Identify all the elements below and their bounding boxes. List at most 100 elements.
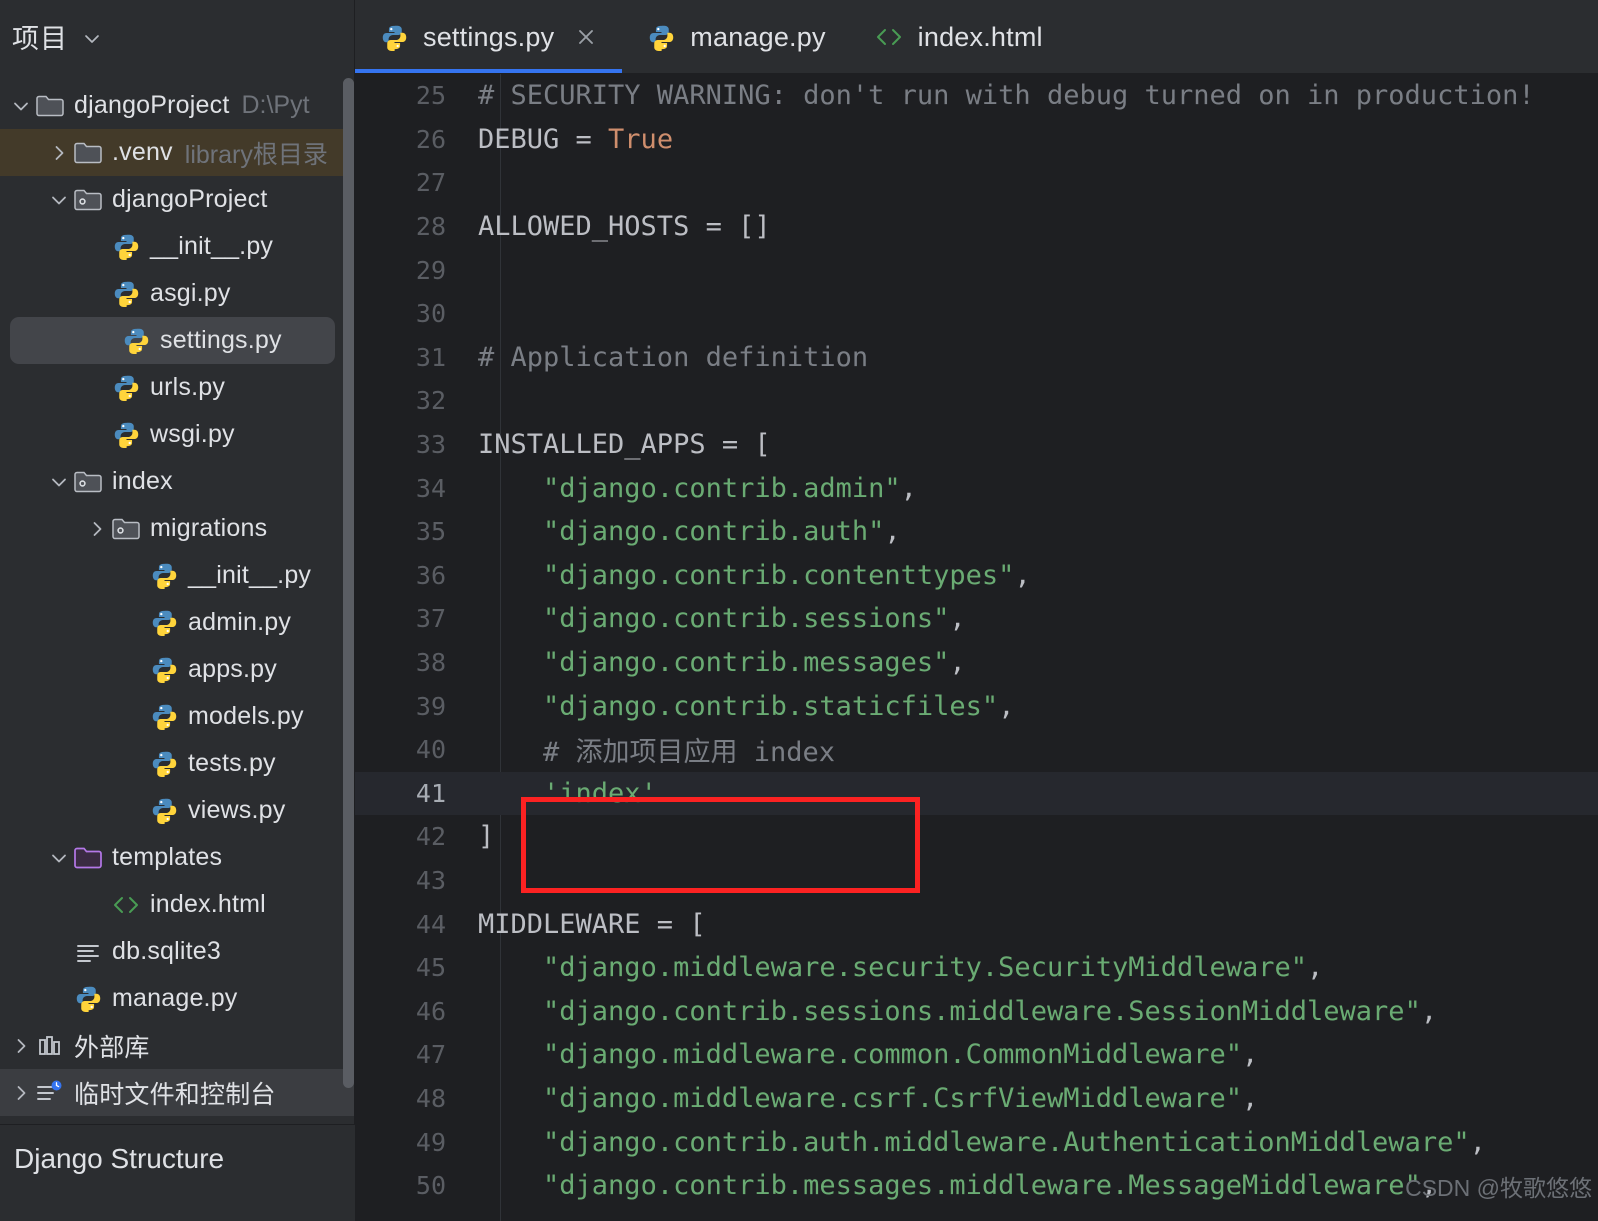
tree-item-tests-py[interactable]: tests.py [0,740,355,787]
chevron-right-icon[interactable] [84,518,110,540]
folder-icon [35,94,65,118]
tree-item-templates[interactable]: templates [0,834,355,881]
tree-item-models-py[interactable]: models.py [0,693,355,740]
tree-item-label: db.sqlite3 [112,937,222,965]
code-line-40[interactable]: 40 # 添加项目应用 index [355,728,1598,772]
html-file-icon [874,25,904,49]
tree-item-label: apps.py [188,655,277,683]
tree-item-init-py-proj[interactable]: __init__.py [0,223,355,270]
line-number: 31 [415,342,446,372]
project-panel-header[interactable]: 项目 [0,0,355,72]
tree-item-label: djangoProject [112,185,268,213]
tree-item-djangoProject-root[interactable]: djangoProject D:\Pyt [0,82,355,129]
chevron-down-icon[interactable] [46,847,72,869]
code-line-41[interactable]: 41 'index' [355,771,1598,816]
token-plain: , [1469,1126,1486,1158]
tree-item-db-sqlite3[interactable]: db.sqlite3 [0,928,355,975]
tree-item-urls-py[interactable]: urls.py [0,364,355,411]
code-line-39[interactable]: 39 "django.contrib.staticfiles", [355,684,1598,728]
code-line-43[interactable]: 43 [355,859,1598,903]
code-line-26[interactable]: 26 DEBUG = True [355,118,1598,162]
module-folder-icon [111,517,141,541]
code-line-33[interactable]: 33 INSTALLED_APPS = [ [355,423,1598,467]
sidebar-scrollbar[interactable] [343,78,354,1088]
code-line-46[interactable]: 46 "django.contrib.sessions.middleware.S… [355,989,1598,1033]
code-line-38[interactable]: 38 "django.contrib.messages", [355,641,1598,685]
code-line-47[interactable]: 47 "django.middleware.common.CommonMiddl… [355,1033,1598,1077]
close-icon[interactable] [574,25,598,49]
tree-item-djangoProject-pkg[interactable]: djangoProject [0,176,355,223]
python-file-icon [148,562,180,589]
tree-item-index-pkg[interactable]: index [0,458,355,505]
tree-item-manage-py[interactable]: manage.py [0,975,355,1022]
tree-item-label: index [112,467,173,495]
tree-item-wsgi-py[interactable]: wsgi.py [0,411,355,458]
code-text: DEBUG = True [473,124,673,155]
chevron-right-icon[interactable] [8,1082,34,1104]
code-line-45[interactable]: 45 "django.middleware.security.SecurityM… [355,946,1598,990]
code-line-48[interactable]: 48 "django.middleware.csrf.CsrfViewMiddl… [355,1077,1598,1121]
line-number: 30 [415,299,446,329]
line-number: 25 [415,81,446,111]
code-line-30[interactable]: 30 [355,292,1598,336]
line-number: 43 [415,865,446,895]
token-plain: , [884,516,901,548]
code-line-49[interactable]: 49 "django.contrib.auth.middleware.Authe… [355,1120,1598,1164]
tab-manage-py[interactable]: manage.py [622,0,849,74]
code-line-37[interactable]: 37 "django.contrib.sessions", [355,597,1598,641]
tree-item-venv[interactable]: .venv library根目录 [0,129,355,176]
tree-item-init-py-index[interactable]: __init__.py [0,552,355,599]
tree-item-index-html[interactable]: index.html [0,881,355,928]
line-number: 37 [415,604,446,634]
tab-index-html[interactable]: index.html [850,0,1067,74]
token-plain: , [1420,995,1438,1027]
code-line-25[interactable]: 25 # SECURITY WARNING: don't run with deb… [355,74,1598,118]
code-line-44[interactable]: 44 MIDDLEWARE = [ [355,902,1598,946]
token-plain: ALLOWED_HOSTS = [] [478,211,771,243]
code-line-35[interactable]: 35 "django.contrib.auth", [355,510,1598,554]
line-number: 32 [415,386,446,416]
tree-item-label: __init__.py [188,561,312,589]
chevron-down-icon[interactable] [82,29,102,49]
tree-item-settings-py[interactable]: settings.py [10,317,335,364]
django-structure-bar[interactable]: Django Structure [0,1124,355,1221]
tree-item-label: admin.py [188,608,292,636]
tree-item-admin-py[interactable]: admin.py [0,599,355,646]
chevron-right-icon[interactable] [8,1035,34,1057]
chevron-right-icon[interactable] [46,142,72,164]
code-line-27[interactable]: 27 [355,161,1598,205]
python-file-icon [148,609,180,636]
python-file-icon [110,233,142,260]
chevron-down-icon[interactable] [46,189,72,211]
code-line-34[interactable]: 34 "django.contrib.admin", [355,466,1598,510]
chevron-down-icon [48,471,70,493]
code-line-32[interactable]: 32 [355,379,1598,423]
chevron-down-icon[interactable] [8,95,34,117]
tree-item-views-py[interactable]: views.py [0,787,355,834]
code-line-31[interactable]: 31 # Application definition [355,336,1598,380]
code-line-36[interactable]: 36 "django.contrib.contenttypes", [355,554,1598,598]
tree-item-apps-py[interactable]: apps.py [0,646,355,693]
tree-item-label: .venv [112,138,173,166]
code-editor[interactable]: 25 # SECURITY WARNING: don't run with deb… [355,74,1598,1221]
tree-item-scratches-consoles[interactable]: 临时文件和控制台 [0,1069,355,1116]
tree-item-external-libraries[interactable]: 外部库 [0,1022,355,1069]
code-line-28[interactable]: 28 ALLOWED_HOSTS = [] [355,205,1598,249]
scratches-icon [35,1080,65,1106]
chevron-down-icon[interactable] [46,471,72,493]
code-line-42[interactable]: 42] [355,815,1598,859]
python-file-icon [123,327,150,354]
tab-settings-py[interactable]: settings.py [355,0,623,74]
code-text: # 添加项目应用 index [473,730,835,769]
tree-item-migrations[interactable]: migrations [0,505,355,552]
token-plain: , [998,690,1015,722]
tree-item-label: index.html [150,890,266,918]
code-line-29[interactable]: 29 [355,248,1598,292]
token-str: "django.middleware.security.SecurityMidd… [543,952,1308,984]
code-text: ALLOWED_HOSTS = [] [473,211,771,242]
tree-item-asgi-py[interactable]: asgi.py [0,270,355,317]
